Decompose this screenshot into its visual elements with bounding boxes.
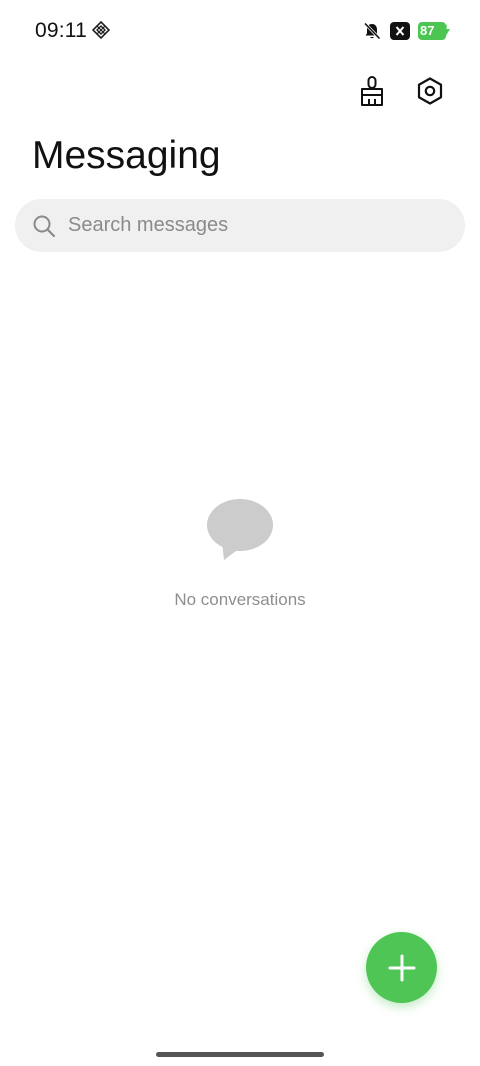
search-input[interactable] (68, 214, 428, 237)
empty-state: No conversations (0, 498, 480, 610)
chat-bubble-icon (207, 499, 273, 560)
broom-icon (361, 76, 383, 106)
plus-icon (388, 954, 415, 981)
clean-up-button[interactable] (355, 74, 389, 108)
messaging-screen: 09:11 87 Messaging Search messages No co… (0, 0, 480, 1066)
bell-muted-icon (363, 22, 381, 40)
status-indicators: 87 (362, 20, 450, 42)
vpn-diamond-icon (92, 21, 110, 39)
search-icon (33, 215, 56, 237)
home-indicator[interactable] (156, 1052, 324, 1057)
new-conversation-button[interactable] (366, 932, 437, 1003)
settings-button[interactable] (413, 74, 447, 108)
status-time: 09:11 (35, 19, 87, 42)
settings-icon (417, 77, 443, 105)
battery-indicator: 87 (418, 22, 450, 40)
search-bar[interactable] (15, 199, 465, 252)
empty-state-text: No conversations (174, 590, 306, 609)
charging-bolt-icon (442, 24, 450, 38)
page-title: Messaging (32, 134, 221, 177)
status-bar: 09:11 87 (0, 0, 480, 62)
no-signal-icon (390, 22, 410, 40)
